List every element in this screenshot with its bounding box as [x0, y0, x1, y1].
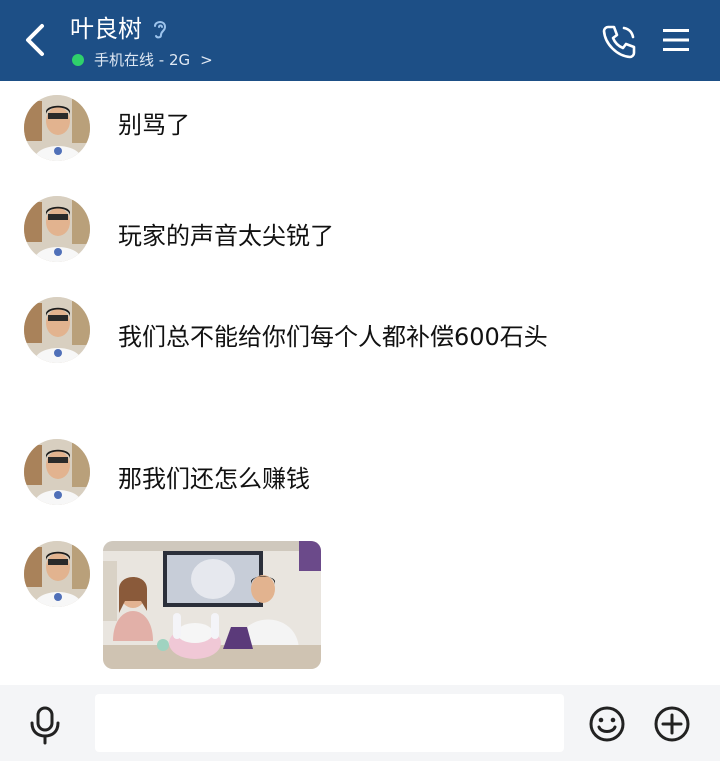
chat-header: 叶良树 手机在线 - 2G >	[0, 0, 720, 81]
status-chevron: >	[200, 50, 213, 69]
avatar[interactable]	[24, 196, 90, 262]
ear-icon	[154, 21, 167, 39]
status-line[interactable]: 手机在线 - 2G >	[72, 49, 213, 70]
message-list[interactable]: 别骂了 玩家的声音太尖锐了 我们总不能给你们每个人都补偿600石头 那我们还怎么…	[0, 81, 720, 685]
online-status-dot	[72, 53, 84, 66]
avatar[interactable]	[24, 541, 90, 607]
input-bar	[0, 685, 720, 761]
message-text: 别骂了	[118, 111, 190, 139]
message-input[interactable]	[95, 694, 564, 752]
avatar[interactable]	[24, 297, 90, 363]
avatar[interactable]	[24, 439, 90, 505]
contact-name: 叶良树	[70, 15, 142, 43]
avatar[interactable]	[24, 95, 90, 161]
image-message[interactable]	[103, 541, 321, 669]
contact-title[interactable]: 叶良树	[70, 13, 170, 45]
plus-circle-icon[interactable]	[653, 705, 691, 743]
emoji-icon[interactable]	[588, 705, 626, 743]
message-text: 我们总不能给你们每个人都补偿600石头	[118, 323, 548, 351]
status-text: 手机在线 - 2G	[94, 51, 191, 69]
microphone-icon[interactable]	[26, 705, 64, 745]
phone-icon[interactable]	[600, 22, 638, 60]
chevron-left-icon[interactable]	[18, 22, 52, 58]
message-text: 玩家的声音太尖锐了	[118, 222, 334, 250]
menu-icon[interactable]	[661, 26, 691, 54]
message-text: 那我们还怎么赚钱	[118, 465, 310, 493]
